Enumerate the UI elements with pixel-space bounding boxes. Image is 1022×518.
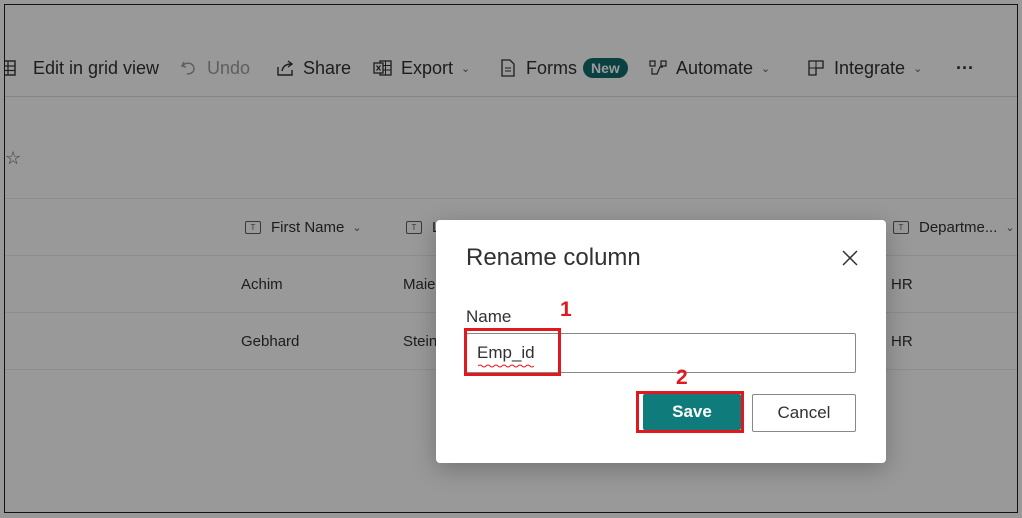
close-icon[interactable] [838, 246, 862, 270]
annotation-step-2: 2 [676, 366, 688, 389]
annotation-step-1: 1 [560, 298, 572, 321]
dialog-title: Rename column [466, 244, 641, 271]
annotation-highlight-name-field [464, 328, 561, 376]
annotation-highlight-save-button [636, 391, 744, 433]
cancel-button[interactable]: Cancel [752, 394, 856, 432]
name-field-label: Name [466, 307, 512, 326]
